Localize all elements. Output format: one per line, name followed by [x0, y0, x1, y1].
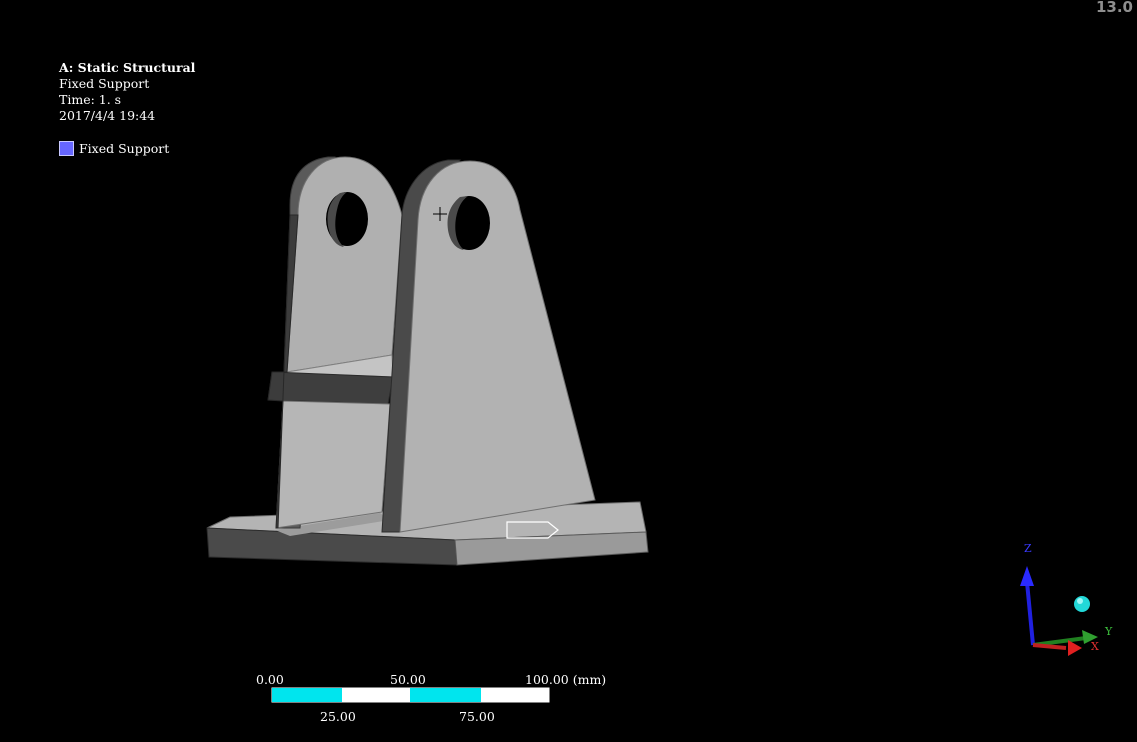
scale-segment-1 — [272, 688, 342, 702]
isometric-view-ball — [1074, 596, 1090, 612]
x-axis-arrow — [1068, 640, 1082, 656]
scale-label-25: 25.00 — [320, 709, 356, 724]
scale-segment-3 — [410, 688, 481, 702]
x-axis-label: X — [1091, 640, 1099, 653]
scale-label-75: 75.00 — [459, 709, 495, 724]
axis-triad[interactable]: Z Y X — [1020, 542, 1113, 656]
z-axis-arrow — [1020, 566, 1034, 586]
scale-label-0: 0.00 — [256, 672, 284, 687]
scale-bar: 0.00 50.00 100.00 (mm) 25.00 75.00 — [256, 672, 606, 724]
bracket-model[interactable] — [206, 156, 649, 566]
model-canvas[interactable]: 0.00 50.00 100.00 (mm) 25.00 75.00 Z Y X — [0, 0, 1137, 742]
z-axis-label: Z — [1024, 542, 1032, 555]
scale-label-100: 100.00 (mm) — [525, 672, 606, 687]
y-axis-label: Y — [1104, 625, 1113, 638]
graphics-viewport[interactable]: 13.0 A: Static Structural Fixed Support … — [0, 0, 1137, 742]
scale-label-50: 50.00 — [390, 672, 426, 687]
